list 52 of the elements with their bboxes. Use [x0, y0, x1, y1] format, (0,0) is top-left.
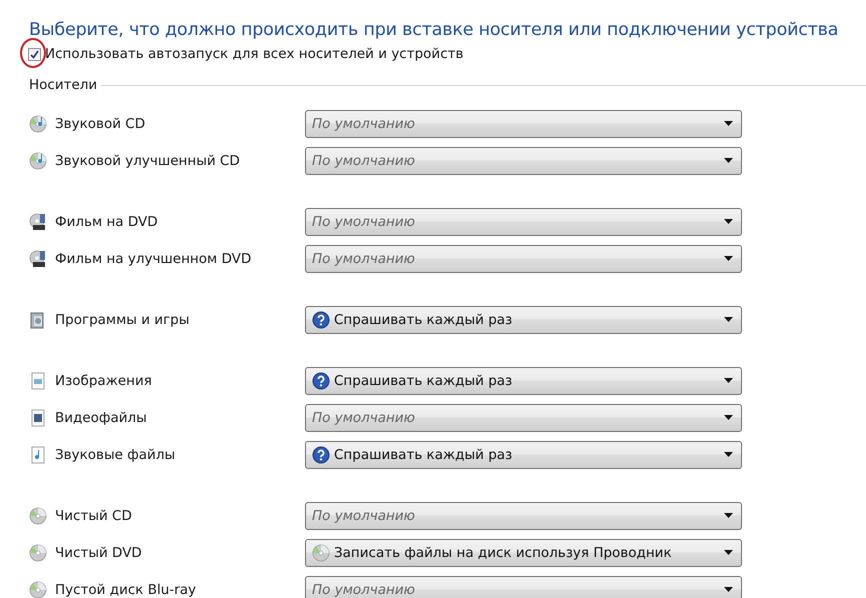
media-label: Чистый DVD [55, 544, 142, 560]
music-disc-icon [29, 152, 47, 170]
music-disc-icon [29, 114, 47, 132]
action-dropdown[interactable]: Спрашивать каждый раз [305, 440, 742, 468]
dvd-film-icon [29, 250, 47, 268]
help-icon [312, 310, 330, 328]
media-label: Чистый CD [55, 508, 132, 524]
autoplay-label: Использовать автозапуск для всех носителей и устройств [45, 46, 464, 62]
disc-icon [29, 544, 47, 562]
help-icon [312, 372, 330, 390]
media-label: Программы и игры [55, 312, 190, 328]
picture-file-icon [29, 372, 47, 390]
action-dropdown[interactable]: По умолчанию [305, 244, 742, 272]
highlight-ring [20, 38, 46, 68]
help-icon [312, 446, 330, 464]
dvd-film-icon [29, 212, 47, 230]
media-label: Видеофайлы [55, 410, 147, 426]
video-file-icon [29, 408, 47, 426]
dropdown-arrow-icon [724, 121, 733, 126]
disc-icon [312, 544, 330, 562]
action-dropdown[interactable]: По умолчанию [305, 146, 742, 174]
dropdown-arrow-icon [724, 378, 733, 383]
dropdown-arrow-icon [724, 550, 733, 555]
disc-icon [29, 506, 47, 524]
dropdown-arrow-icon [724, 587, 733, 592]
media-label: Изображения [55, 372, 152, 388]
music-file-icon [29, 446, 47, 464]
page-heading: Выберите, что должно происходить при вставке носителя или подключении устройства [29, 20, 840, 40]
dropdown-arrow-icon [724, 158, 733, 163]
action-dropdown[interactable]: По умолчанию [305, 502, 742, 530]
action-dropdown[interactable]: По умолчанию [305, 110, 742, 138]
dropdown-arrow-icon [724, 513, 733, 518]
dropdown-arrow-icon [724, 415, 733, 420]
dropdown-arrow-icon [724, 452, 733, 457]
dropdown-arrow-icon [724, 317, 733, 322]
action-dropdown[interactable]: Спрашивать каждый раз [305, 366, 742, 394]
media-label: Пустой диск Blu-ray [55, 582, 196, 598]
media-label: Звуковой CD [55, 116, 146, 132]
autoplay-checkbox[interactable] [28, 48, 41, 60]
action-dropdown[interactable]: По умолчанию [305, 208, 742, 236]
media-label: Звуковой улучшенный CD [55, 152, 240, 168]
action-dropdown[interactable]: Записать файлы на диск используя Проводник [305, 538, 742, 566]
dropdown-arrow-icon [724, 219, 733, 224]
action-dropdown[interactable]: По умолчанию [305, 404, 742, 432]
media-label: Звуковые файлы [55, 446, 176, 462]
disc-icon [29, 580, 47, 598]
action-dropdown[interactable]: Спрашивать каждый раз [305, 306, 742, 334]
media-label: Фильм на DVD [55, 214, 158, 230]
action-dropdown[interactable]: По умолчанию [305, 576, 742, 598]
section-label: Носители [29, 77, 98, 93]
dropdown-arrow-icon [724, 256, 733, 261]
media-label: Фильм на улучшенном DVD [55, 250, 252, 266]
